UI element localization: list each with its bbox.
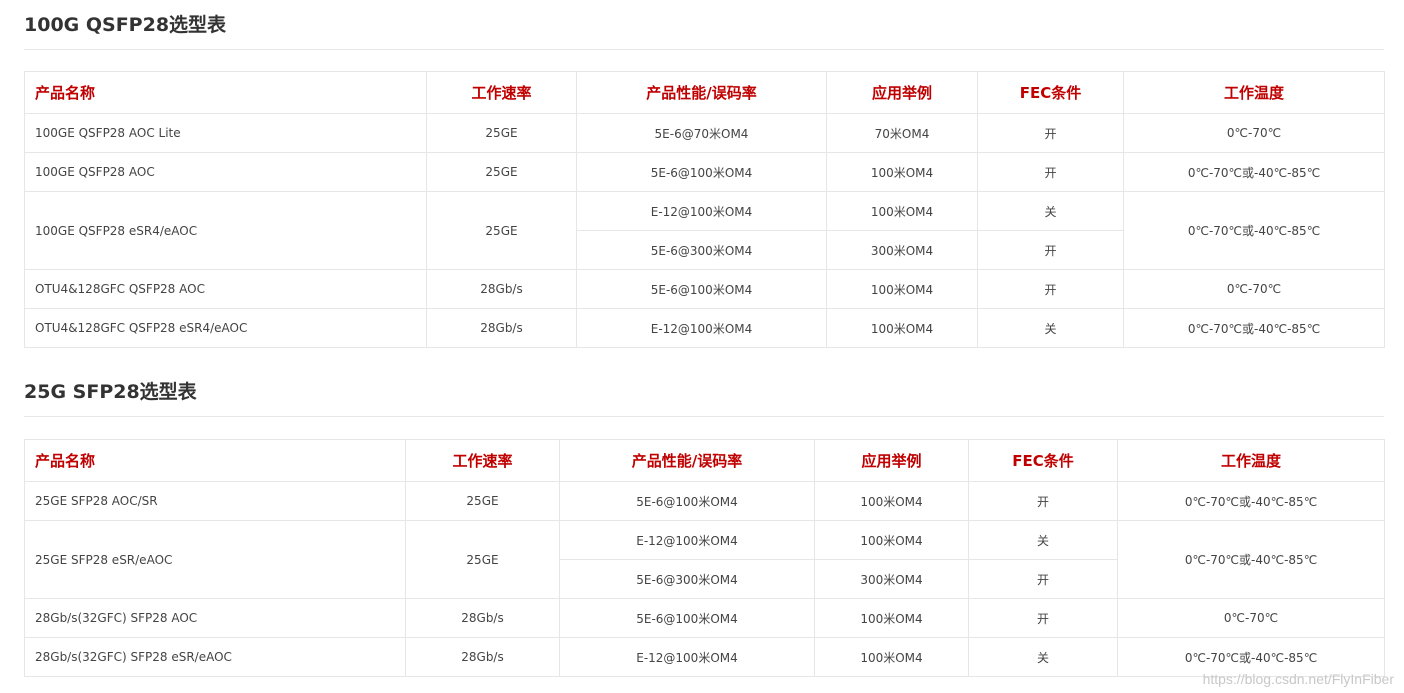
- application-cell: 70米OM4: [826, 113, 978, 153]
- table-row: OTU4&128GFC QSFP28 eSR4/eAOC 28Gb/s E-12…: [24, 308, 1385, 348]
- header-fec: FEC条件: [968, 439, 1118, 482]
- application-cell: 100米OM4: [814, 481, 969, 521]
- ber-cell: 5E-6@100米OM4: [559, 598, 815, 638]
- fec-cell: 开: [968, 481, 1118, 521]
- table-row: OTU4&128GFC QSFP28 AOC 28Gb/s 5E-6@100米O…: [24, 269, 1385, 309]
- header-rate: 工作速率: [405, 439, 560, 482]
- application-cell: 100米OM4: [814, 637, 969, 677]
- table-header-row: 产品名称 工作速率 产品性能/误码率 应用举例 FEC条件 工作温度: [24, 71, 1385, 114]
- temperature-cell: 0℃-70℃或-40℃-85℃: [1117, 481, 1385, 521]
- rate-cell: 28Gb/s: [426, 269, 577, 309]
- header-temperature: 工作温度: [1123, 71, 1385, 114]
- fec-cell: 关: [968, 520, 1118, 560]
- rate-cell: 25GE: [426, 113, 577, 153]
- qsfp28-selection-table: 产品名称 工作速率 产品性能/误码率 应用举例 FEC条件 工作温度 100GE…: [24, 71, 1385, 348]
- rate-cell: 25GE: [405, 481, 560, 521]
- ber-cell: 5E-6@100米OM4: [576, 152, 827, 192]
- product-name-cell: 25GE SFP28 AOC/SR: [24, 481, 406, 521]
- ber-cell: 5E-6@300米OM4: [559, 559, 815, 599]
- product-name-cell: 28Gb/s(32GFC) SFP28 AOC: [24, 598, 406, 638]
- rate-cell: 28Gb/s: [405, 637, 560, 677]
- table-row: 100GE QSFP28 AOC Lite 25GE 5E-6@70米OM4 7…: [24, 113, 1385, 153]
- temperature-cell: 0℃-70℃或-40℃-85℃: [1123, 308, 1385, 348]
- fec-cell: 开: [968, 559, 1118, 599]
- fec-cell: 开: [977, 269, 1124, 309]
- temperature-cell: 0℃-70℃: [1123, 113, 1385, 153]
- temperature-cell: 0℃-70℃或-40℃-85℃: [1123, 191, 1385, 270]
- application-cell: 100米OM4: [826, 308, 978, 348]
- product-name-cell: 100GE QSFP28 AOC Lite: [24, 113, 427, 153]
- application-cell: 300米OM4: [814, 559, 969, 599]
- table-header-row: 产品名称 工作速率 产品性能/误码率 应用举例 FEC条件 工作温度: [24, 439, 1385, 482]
- fec-cell: 开: [977, 152, 1124, 192]
- header-performance-ber: 产品性能/误码率: [576, 71, 827, 114]
- application-cell: 300米OM4: [826, 230, 978, 270]
- ber-cell: E-12@100米OM4: [559, 520, 815, 560]
- table-row: 25GE SFP28 AOC/SR 25GE 5E-6@100米OM4 100米…: [24, 481, 1385, 521]
- header-application: 应用举例: [826, 71, 978, 114]
- ber-cell: E-12@100米OM4: [559, 637, 815, 677]
- section-title-25g-sfp28: 25G SFP28选型表: [24, 378, 1384, 417]
- table-row: 28Gb/s(32GFC) SFP28 eSR/eAOC 28Gb/s E-12…: [24, 637, 1385, 677]
- ber-cell: 5E-6@100米OM4: [559, 481, 815, 521]
- ber-cell: 5E-6@300米OM4: [576, 230, 827, 270]
- ber-cell: E-12@100米OM4: [576, 308, 827, 348]
- temperature-cell: 0℃-70℃: [1123, 269, 1385, 309]
- product-name-cell: 25GE SFP28 eSR/eAOC: [24, 520, 406, 599]
- fec-cell: 关: [977, 308, 1124, 348]
- header-temperature: 工作温度: [1117, 439, 1385, 482]
- product-name-cell: OTU4&128GFC QSFP28 eSR4/eAOC: [24, 308, 427, 348]
- table-row: 100GE QSFP28 AOC 25GE 5E-6@100米OM4 100米O…: [24, 152, 1385, 192]
- product-name-cell: 100GE QSFP28 eSR4/eAOC: [24, 191, 427, 270]
- fec-cell: 关: [968, 637, 1118, 677]
- fec-cell: 开: [977, 230, 1124, 270]
- rate-cell: 28Gb/s: [405, 598, 560, 638]
- fec-cell: 开: [968, 598, 1118, 638]
- header-application: 应用举例: [814, 439, 969, 482]
- temperature-cell: 0℃-70℃或-40℃-85℃: [1123, 152, 1385, 192]
- ber-cell: 5E-6@70米OM4: [576, 113, 827, 153]
- section-title-100g-qsfp28: 100G QSFP28选型表: [24, 11, 1384, 50]
- rate-cell: 28Gb/s: [426, 308, 577, 348]
- header-fec: FEC条件: [977, 71, 1124, 114]
- ber-cell: E-12@100米OM4: [576, 191, 827, 231]
- application-cell: 100米OM4: [814, 520, 969, 560]
- fec-cell: 开: [977, 113, 1124, 153]
- table-row: 28Gb/s(32GFC) SFP28 AOC 28Gb/s 5E-6@100米…: [24, 598, 1385, 638]
- product-name-cell: 28Gb/s(32GFC) SFP28 eSR/eAOC: [24, 637, 406, 677]
- table-row: 25GE SFP28 eSR/eAOC 25GE E-12@100米OM4 10…: [24, 520, 1385, 599]
- rate-cell: 25GE: [426, 152, 577, 192]
- table-row: 100GE QSFP28 eSR4/eAOC 25GE E-12@100米OM4…: [24, 191, 1385, 270]
- application-cell: 100米OM4: [826, 152, 978, 192]
- application-cell: 100米OM4: [814, 598, 969, 638]
- ber-cell: 5E-6@100米OM4: [576, 269, 827, 309]
- header-performance-ber: 产品性能/误码率: [559, 439, 815, 482]
- rate-cell: 25GE: [405, 520, 560, 599]
- temperature-cell: 0℃-70℃或-40℃-85℃: [1117, 520, 1385, 599]
- sfp28-selection-table: 产品名称 工作速率 产品性能/误码率 应用举例 FEC条件 工作温度 25GE …: [24, 439, 1385, 677]
- header-product-name: 产品名称: [24, 71, 427, 114]
- watermark: https://blog.csdn.net/FlyInFiber: [1202, 671, 1394, 687]
- header-product-name: 产品名称: [24, 439, 406, 482]
- application-cell: 100米OM4: [826, 269, 978, 309]
- product-name-cell: OTU4&128GFC QSFP28 AOC: [24, 269, 427, 309]
- fec-cell: 关: [977, 191, 1124, 231]
- product-name-cell: 100GE QSFP28 AOC: [24, 152, 427, 192]
- application-cell: 100米OM4: [826, 191, 978, 231]
- temperature-cell: 0℃-70℃: [1117, 598, 1385, 638]
- header-rate: 工作速率: [426, 71, 577, 114]
- rate-cell: 25GE: [426, 191, 577, 270]
